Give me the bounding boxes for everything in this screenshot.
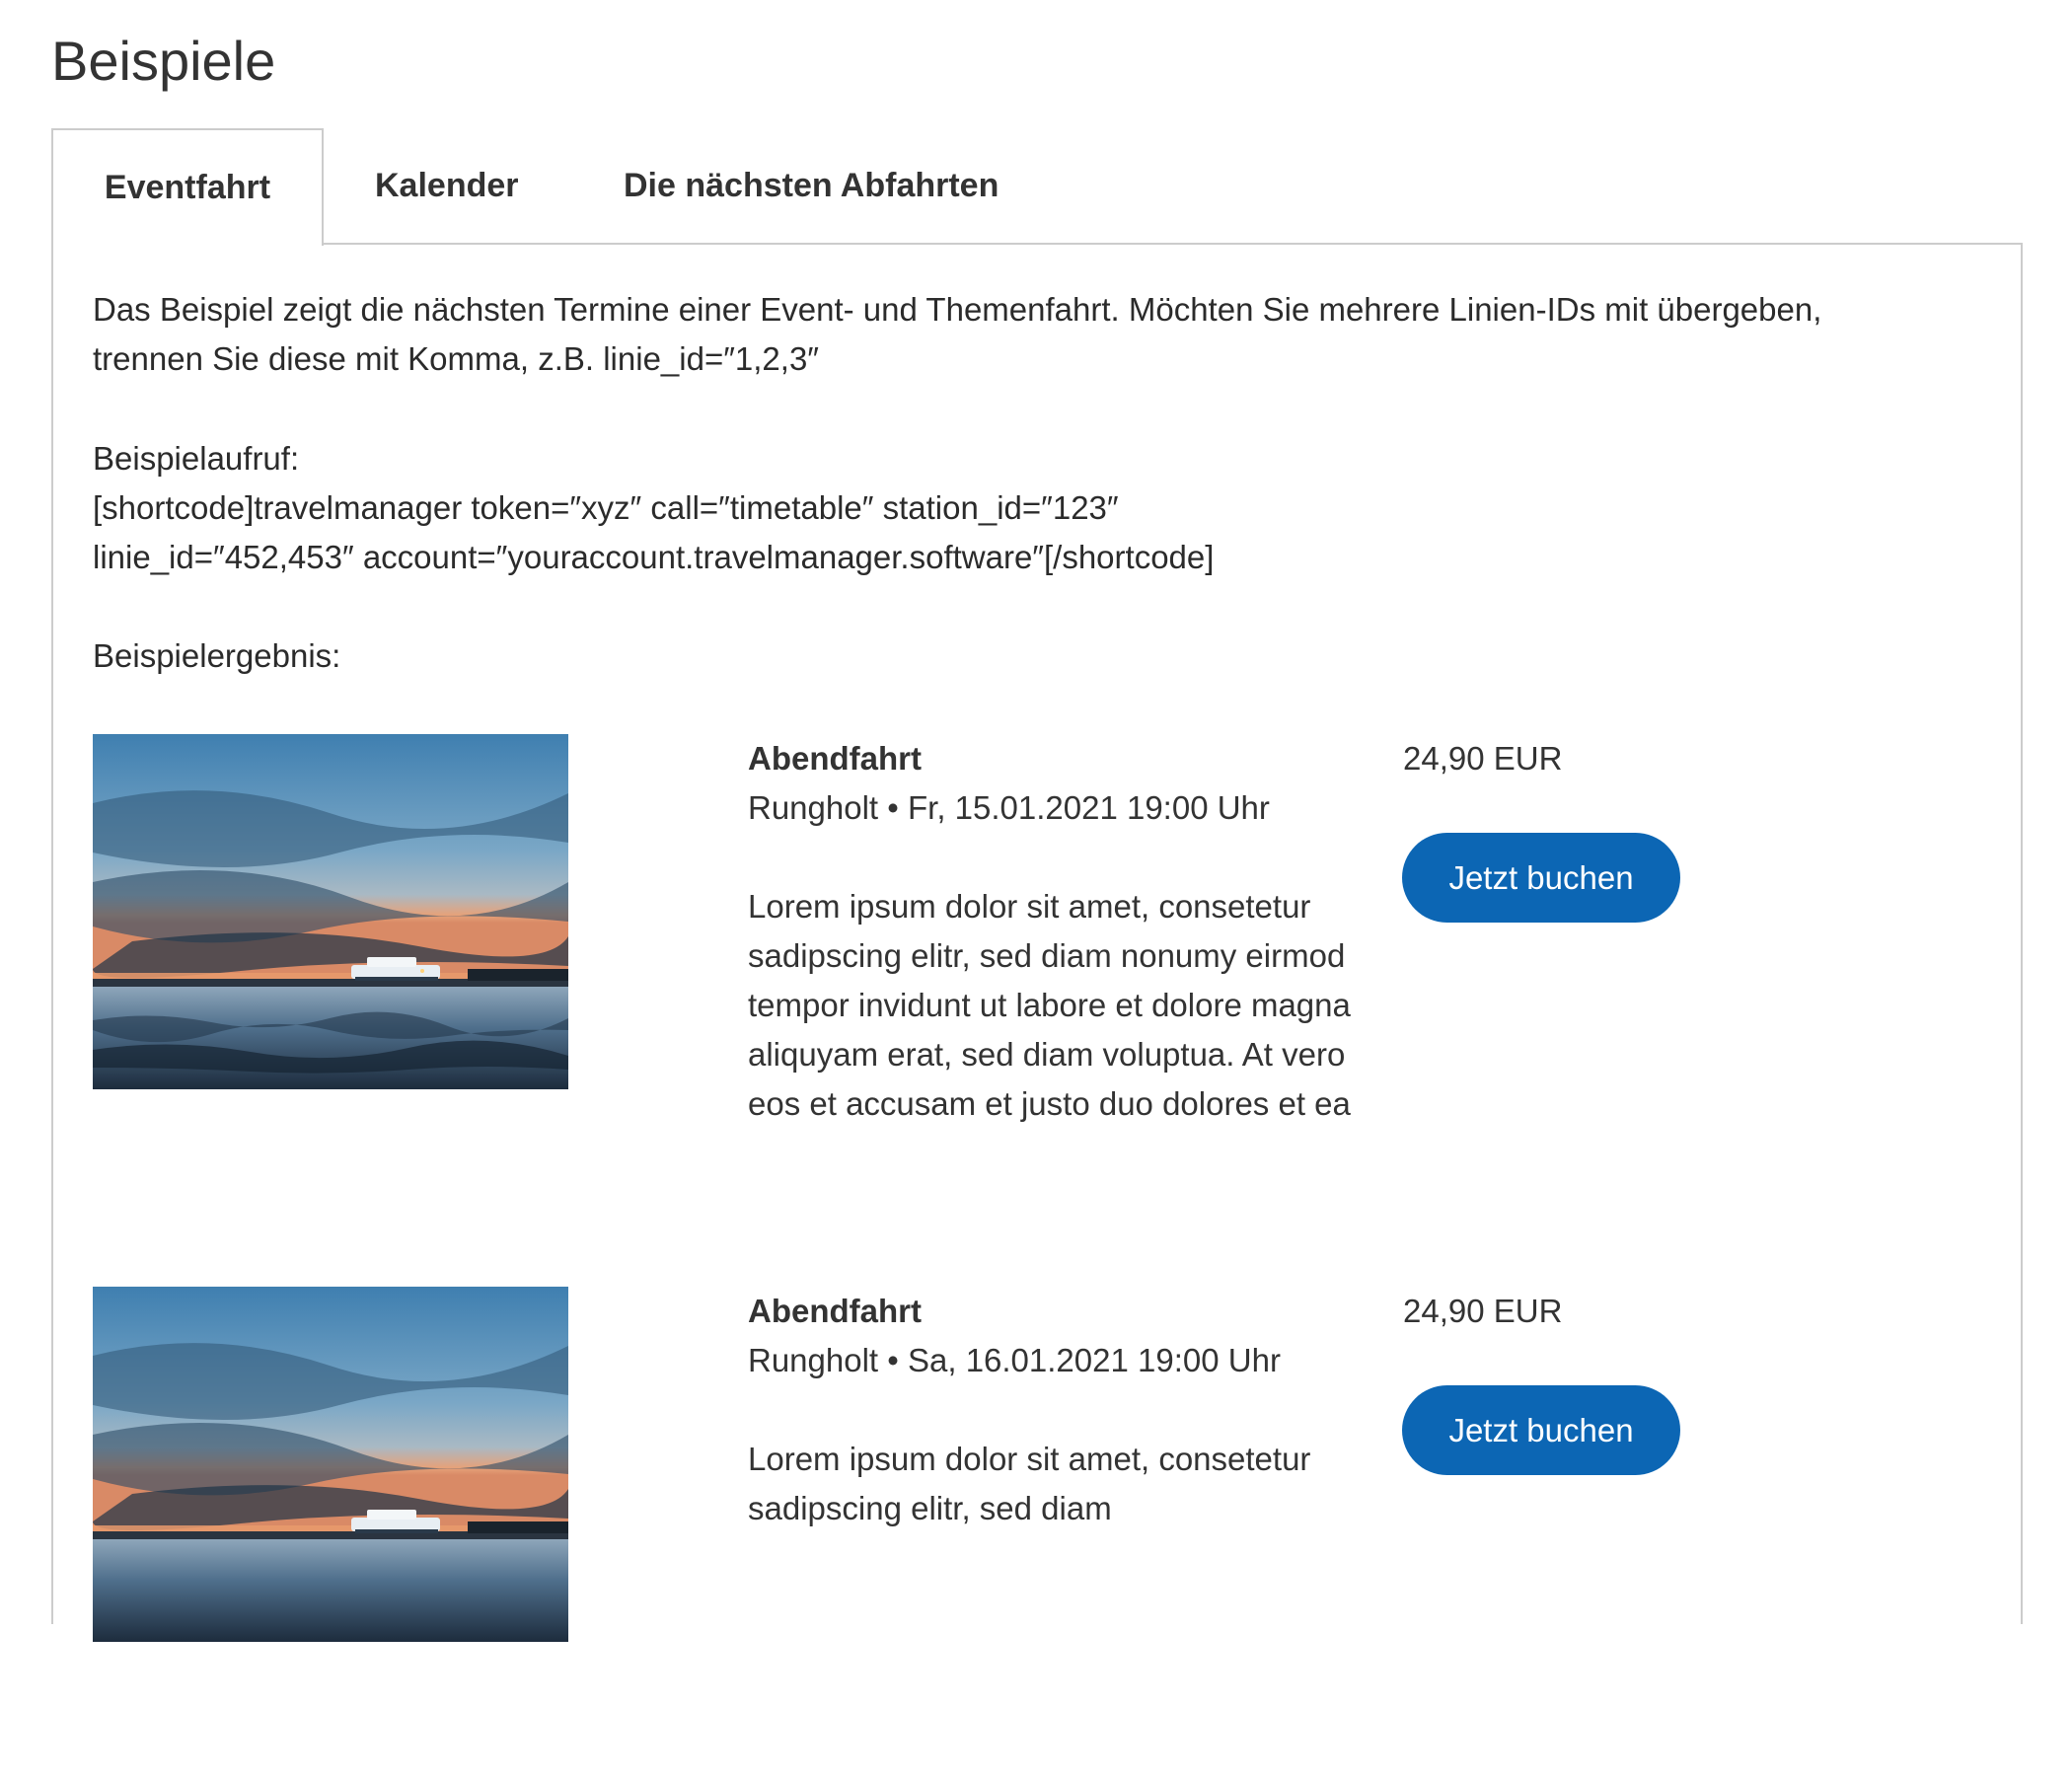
lake-sunset-image: [93, 734, 568, 1089]
event-description: Lorem ipsum dolor sit amet, consetetur s…: [748, 1441, 1311, 1526]
book-now-button[interactable]: Jetzt buchen: [1402, 1385, 1680, 1475]
page-title: Beispiele: [51, 30, 276, 92]
event-location-date: Rungholt • Fr, 15.01.2021 19:00 Uhr: [748, 789, 1270, 826]
event-title: Abendfahrt: [748, 1293, 922, 1329]
event-price: 24,90 EUR: [1403, 740, 1563, 777]
event-image[interactable]: [93, 734, 568, 1089]
intro-text-line-1: Das Beispiel zeigt die nächsten Termine …: [93, 291, 1822, 328]
event-price: 24,90 EUR: [1403, 1293, 1563, 1329]
event-item: Abendfahrt Rungholt • Sa, 16.01.2021 19:…: [93, 1287, 1967, 1780]
example-result-label: Beispielergebnis:: [93, 637, 341, 674]
event-item: Abendfahrt Rungholt • Fr, 15.01.2021 19:…: [93, 734, 1967, 1227]
shortcode-line-1: [shortcode]travelmanager token=″xyz″ cal…: [93, 489, 1119, 526]
lake-sunset-image: [93, 1287, 568, 1642]
event-location-date: Rungholt • Sa, 16.01.2021 19:00 Uhr: [748, 1342, 1281, 1378]
event-title: Abendfahrt: [748, 740, 922, 777]
tab-eventfahrt[interactable]: Eventfahrt: [51, 128, 324, 246]
tab-naechste-abfahrten[interactable]: Die nächsten Abfahrten: [624, 128, 999, 244]
tab-kalender[interactable]: Kalender: [375, 128, 519, 244]
tab-bar: Eventfahrt Kalender Die nächsten Abfahrt…: [51, 128, 2023, 246]
event-image[interactable]: [93, 1287, 568, 1642]
shortcode-line-2: linie_id=″452,453″ account=″youraccount.…: [93, 539, 1215, 575]
intro-text-line-2: trennen Sie diese mit Komma, z.B. linie_…: [93, 340, 819, 377]
example-call-label: Beispielaufruf:: [93, 440, 300, 477]
event-description: Lorem ipsum dolor sit amet, consetetur s…: [748, 888, 1351, 1122]
book-now-button[interactable]: Jetzt buchen: [1402, 833, 1680, 923]
